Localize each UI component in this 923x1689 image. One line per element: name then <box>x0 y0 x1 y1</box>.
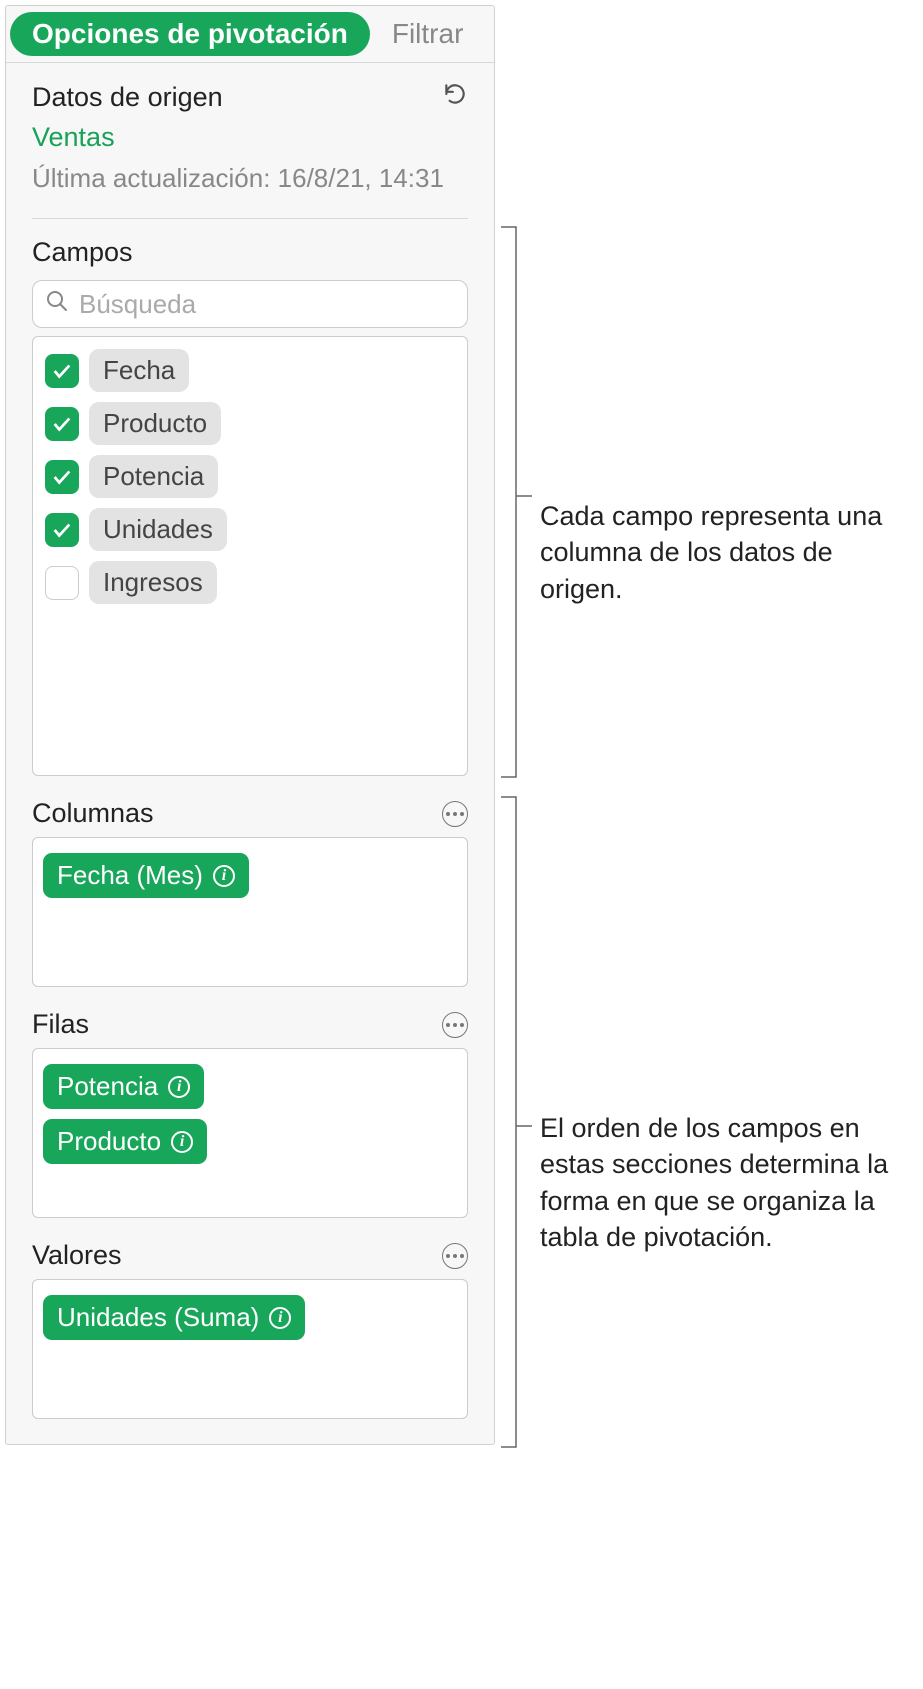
callout-fields-text: Cada campo representa una columna de los… <box>540 498 910 607</box>
callout-zones-text: El orden de los campos en estas seccione… <box>540 1110 915 1256</box>
search-input[interactable] <box>79 289 455 320</box>
fields-title: Campos <box>32 237 468 268</box>
values-more-icon[interactable] <box>442 1243 468 1269</box>
search-icon <box>45 289 79 320</box>
info-icon[interactable]: i <box>269 1307 291 1329</box>
fields-list: Fecha Producto Potencia Unidades Ingreso… <box>32 336 468 776</box>
last-updated-label: Última actualización: 16/8/21, 14:31 <box>32 163 468 194</box>
value-pill-unidades-suma[interactable]: Unidades (Suma) i <box>43 1295 305 1340</box>
source-header-label: Datos de origen <box>32 82 223 113</box>
refresh-icon[interactable] <box>442 81 468 114</box>
panel-content: Datos de origen Ventas Última actualizac… <box>6 63 494 1444</box>
tab-bar: Opciones de pivotación Filtrar <box>6 6 494 63</box>
pill-label: Unidades (Suma) <box>57 1302 259 1333</box>
row-pill-potencia[interactable]: Potencia i <box>43 1064 204 1109</box>
field-row: Potencia <box>45 455 455 498</box>
field-row: Fecha <box>45 349 455 392</box>
field-pill-unidades[interactable]: Unidades <box>89 508 227 551</box>
values-dropzone[interactable]: Unidades (Suma) i <box>32 1279 468 1419</box>
pill-label: Fecha (Mes) <box>57 860 203 891</box>
callout-bracket-zones <box>500 796 534 1455</box>
search-field-wrapper[interactable] <box>32 280 468 328</box>
callout-bracket-fields <box>500 226 534 785</box>
pivot-options-panel: Opciones de pivotación Filtrar Datos de … <box>5 5 495 1445</box>
rows-title: Filas <box>32 1009 89 1040</box>
info-icon[interactable]: i <box>171 1131 193 1153</box>
pill-label: Potencia <box>57 1071 158 1102</box>
columns-title: Columnas <box>32 798 154 829</box>
columns-more-icon[interactable] <box>442 801 468 827</box>
field-pill-fecha[interactable]: Fecha <box>89 349 189 392</box>
info-icon[interactable]: i <box>213 865 235 887</box>
field-pill-potencia[interactable]: Potencia <box>89 455 218 498</box>
rows-more-icon[interactable] <box>442 1012 468 1038</box>
field-pill-ingresos[interactable]: Ingresos <box>89 561 217 604</box>
field-row: Ingresos <box>45 561 455 604</box>
field-row: Producto <box>45 402 455 445</box>
tab-pivot-options[interactable]: Opciones de pivotación <box>10 12 370 56</box>
field-row: Unidades <box>45 508 455 551</box>
pill-label: Producto <box>57 1126 161 1157</box>
values-title: Valores <box>32 1240 122 1271</box>
tab-filter[interactable]: Filtrar <box>370 12 486 56</box>
row-pill-producto[interactable]: Producto i <box>43 1119 207 1164</box>
source-table-name[interactable]: Ventas <box>32 122 468 153</box>
field-checkbox-potencia[interactable] <box>45 460 79 494</box>
columns-dropzone[interactable]: Fecha (Mes) i <box>32 837 468 987</box>
field-pill-producto[interactable]: Producto <box>89 402 221 445</box>
field-checkbox-unidades[interactable] <box>45 513 79 547</box>
field-checkbox-fecha[interactable] <box>45 354 79 388</box>
info-icon[interactable]: i <box>168 1076 190 1098</box>
rows-dropzone[interactable]: Potencia i Producto i <box>32 1048 468 1218</box>
section-divider <box>32 218 468 219</box>
column-pill-fecha-mes[interactable]: Fecha (Mes) i <box>43 853 249 898</box>
field-checkbox-producto[interactable] <box>45 407 79 441</box>
field-checkbox-ingresos[interactable] <box>45 566 79 600</box>
